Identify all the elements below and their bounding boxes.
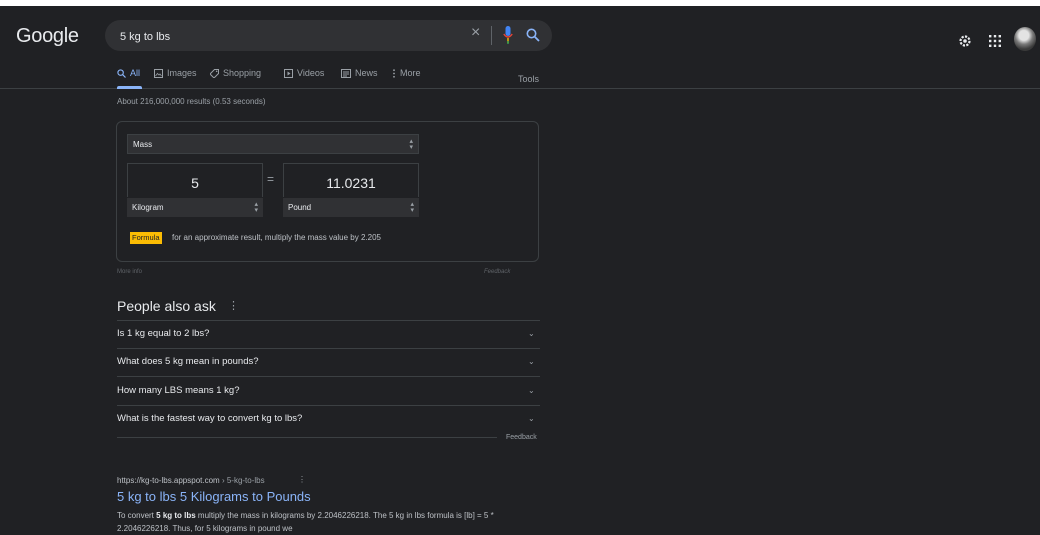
active-tab-indicator bbox=[117, 86, 142, 89]
tab-label: News bbox=[355, 68, 378, 78]
tag-icon bbox=[210, 68, 219, 78]
newspaper-icon bbox=[341, 68, 351, 78]
chevron-down-icon[interactable]: ⌄ bbox=[528, 414, 535, 423]
close-icon[interactable]: × bbox=[471, 25, 480, 41]
result-snippet: To convert 5 kg to lbs multiply the mass… bbox=[117, 509, 517, 535]
category-label: Mass bbox=[133, 140, 153, 149]
tab-label: Images bbox=[167, 68, 197, 78]
divider bbox=[117, 405, 540, 406]
more-info-link[interactable]: More info bbox=[117, 269, 142, 275]
result-stats: About 216,000,000 results (0.53 seconds) bbox=[117, 97, 266, 106]
unit-label: Kilogram bbox=[132, 203, 164, 212]
divider bbox=[117, 320, 540, 321]
paa-question[interactable]: What is the fastest way to convert kg to… bbox=[117, 413, 302, 424]
paa-question[interactable]: Is 1 kg equal to 2 lbs? bbox=[117, 328, 209, 339]
updown-arrows-icon: ▴ ▾ bbox=[410, 201, 414, 214]
more-vert-icon[interactable]: ⋮ bbox=[228, 299, 239, 312]
search-box bbox=[105, 20, 552, 51]
tab-label: All bbox=[130, 68, 141, 78]
result-url[interactable]: https://kg-to-lbs.appspot.com › 5-kg-to-… bbox=[117, 476, 265, 485]
mic-icon[interactable] bbox=[503, 26, 513, 44]
snippet-highlight: 5 kg to lbs bbox=[156, 511, 196, 520]
chevron-down-icon[interactable]: ⌄ bbox=[528, 329, 535, 338]
converter-feedback-link[interactable]: Feedback bbox=[484, 269, 510, 275]
converter-category-select[interactable]: Mass ▴ ▾ bbox=[127, 134, 419, 154]
snippet-text: To convert bbox=[117, 511, 157, 520]
tab-news[interactable]: News bbox=[341, 68, 378, 78]
tab-shopping[interactable]: Shopping bbox=[210, 68, 261, 78]
paa-question[interactable]: What does 5 kg mean in pounds? bbox=[117, 356, 259, 367]
search-icon[interactable] bbox=[526, 28, 540, 42]
formula-text: for an approximate result, multiply the … bbox=[172, 233, 381, 242]
header: Google × All Images bbox=[0, 6, 1040, 89]
tab-images[interactable]: Images bbox=[154, 68, 197, 78]
tab-all[interactable]: All bbox=[117, 68, 142, 89]
google-logo[interactable]: Google bbox=[16, 25, 79, 48]
tab-label: Shopping bbox=[223, 68, 262, 78]
apps-icon[interactable] bbox=[989, 35, 1001, 47]
to-unit-select[interactable]: Pound ▴ ▾ bbox=[283, 198, 419, 217]
tab-videos[interactable]: Videos bbox=[284, 68, 324, 78]
chevron-down-icon[interactable]: ⌄ bbox=[528, 386, 535, 395]
avatar[interactable] bbox=[1014, 27, 1036, 51]
from-unit-select[interactable]: Kilogram ▴ ▾ bbox=[127, 198, 263, 217]
result-title-link[interactable]: 5 kg to lbs 5 Kilograms to Pounds bbox=[117, 489, 311, 504]
search-icon bbox=[117, 68, 126, 78]
gear-icon[interactable] bbox=[958, 34, 972, 48]
unit-label: Pound bbox=[288, 203, 312, 212]
play-icon bbox=[284, 68, 293, 78]
result-domain: https://kg-to-lbs.appspot.com bbox=[117, 476, 220, 485]
chevron-down-icon[interactable]: ⌄ bbox=[528, 357, 535, 366]
more-vert-icon bbox=[393, 68, 395, 78]
result-path: › 5-kg-to-lbs bbox=[219, 476, 265, 485]
formula-badge: Formula bbox=[130, 232, 162, 244]
tab-label: Videos bbox=[297, 68, 325, 78]
more-vert-icon[interactable]: ⋮ bbox=[298, 475, 306, 484]
tools-button[interactable]: Tools bbox=[518, 74, 539, 84]
equals-sign: = bbox=[267, 172, 275, 186]
updown-arrows-icon: ▴ ▾ bbox=[409, 138, 413, 151]
to-value-input[interactable]: 11.0231 bbox=[283, 163, 419, 197]
search-divider bbox=[491, 26, 492, 45]
from-value-input[interactable]: 5 bbox=[127, 163, 263, 197]
tab-label: More bbox=[400, 68, 421, 78]
updown-arrows-icon: ▴ ▾ bbox=[254, 201, 258, 214]
divider bbox=[117, 437, 497, 438]
search-input[interactable] bbox=[118, 27, 462, 46]
paa-question[interactable]: How many LBS means 1 kg? bbox=[117, 385, 240, 396]
people-also-ask-heading: People also ask bbox=[117, 298, 216, 314]
tab-more[interactable]: More bbox=[392, 68, 421, 78]
divider bbox=[117, 376, 540, 377]
divider bbox=[117, 348, 540, 349]
paa-feedback-link[interactable]: Feedback bbox=[506, 434, 537, 441]
image-icon bbox=[154, 68, 163, 78]
